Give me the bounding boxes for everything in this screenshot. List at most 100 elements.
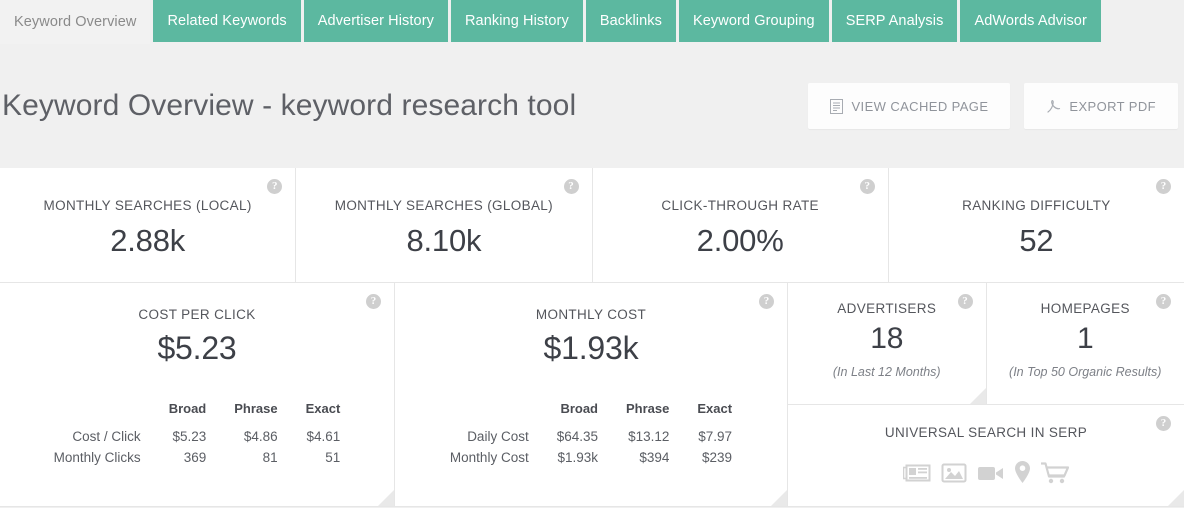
tab-label: Keyword Overview [14, 14, 137, 30]
metric-card-click-through-rate: ? CLICK-THROUGH RATE 2.00% [592, 168, 889, 283]
tab-related-keywords[interactable]: Related Keywords [153, 0, 301, 42]
tab-label: AdWords Advisor [974, 13, 1087, 29]
card-corner-fold [1168, 490, 1184, 506]
export-pdf-button[interactable]: EXPORT PDF [1024, 83, 1178, 129]
monthly-cost-table: Broad Phrase Exact Daily Cost $64.35 $13… [450, 401, 732, 468]
tab-keyword-grouping[interactable]: Keyword Grouping [678, 0, 829, 42]
right-column: ? ADVERTISERS 18 (In Last 12 Months) ? H… [788, 283, 1184, 507]
metric-card-cost-per-click: ? COST PER CLICK $5.23 Broad Phrase Exac… [0, 283, 395, 507]
help-icon[interactable]: ? [859, 179, 875, 194]
header-actions: VIEW CACHED PAGE EXPORT PDF [808, 83, 1180, 129]
table-cell: $394 [639, 450, 670, 465]
table-corner-cell [450, 401, 529, 426]
metric-label: MONTHLY SEARCHES (GLOBAL) [334, 198, 554, 213]
table-column-header: Broad [560, 401, 598, 416]
metric-label: HOMEPAGES [1040, 301, 1130, 316]
card-corner-fold [378, 490, 394, 506]
metric-label: MONTHLY SEARCHES (LOCAL) [43, 198, 252, 213]
universal-search-icon-list [788, 460, 1184, 484]
help-icon[interactable]: ? [267, 179, 283, 194]
tab-bar: Keyword Overview Related Keywords Advert… [0, 0, 1184, 44]
table-cell: $1.93k [557, 450, 598, 465]
help-icon[interactable]: ? [366, 294, 381, 309]
table-cell: $239 [702, 450, 733, 465]
page-title: Keyword Overview - keyword research tool [2, 89, 577, 122]
table-row-header: Monthly Clicks [53, 450, 141, 465]
metric-card-monthly-searches-global: ? MONTHLY SEARCHES (GLOBAL) 8.10k [296, 168, 593, 283]
help-icon[interactable]: ? [1156, 294, 1171, 309]
metric-value: 1 [1077, 322, 1094, 355]
table-cell: $5.23 [172, 429, 207, 444]
table-row-header: Monthly Cost [449, 450, 529, 465]
table-column-header: Phrase [626, 401, 670, 416]
image-icon[interactable] [941, 462, 967, 484]
metric-label: RANKING DIFFICULTY [962, 198, 1111, 213]
metric-card-monthly-searches-local: ? MONTHLY SEARCHES (LOCAL) 2.88k [0, 168, 297, 283]
metric-value: $5.23 [157, 330, 237, 366]
metric-value: 8.10k [406, 223, 482, 258]
metrics-row-secondary: ? COST PER CLICK $5.23 Broad Phrase Exac… [0, 283, 1184, 507]
table-row: Monthly Cost $1.93k $394 $239 [450, 447, 732, 468]
page-header: Keyword Overview - keyword research tool… [0, 44, 1184, 168]
tab-label: SERP Analysis [845, 13, 944, 29]
tab-ranking-history[interactable]: Ranking History [450, 0, 583, 42]
table-cell: 81 [262, 450, 278, 465]
metric-card-homepages: ? HOMEPAGES 1 (In Top 50 Organic Results… [986, 283, 1184, 405]
card-corner-fold [969, 388, 986, 404]
tab-label: Keyword Grouping [692, 13, 815, 29]
table-corner-cell [54, 401, 141, 426]
metric-card-universal-search: ? UNIVERSAL SEARCH IN SERP [788, 405, 1184, 507]
tab-label: Related Keywords [167, 13, 287, 29]
map-marker-icon[interactable] [1014, 460, 1031, 484]
metric-label: COST PER CLICK [138, 307, 256, 322]
tab-advertiser-history[interactable]: Advertiser History [303, 0, 448, 42]
metric-value: 2.88k [110, 223, 186, 258]
table-cell: $4.61 [306, 429, 341, 444]
table-header-row: Broad Phrase Exact [54, 401, 341, 426]
tab-serp-analysis[interactable]: SERP Analysis [831, 0, 958, 42]
card-corner-fold [771, 490, 787, 506]
metric-value: 18 [870, 322, 904, 355]
tab-label: Ranking History [464, 13, 569, 29]
metric-value: $1.93k [543, 330, 639, 366]
help-icon[interactable]: ? [1156, 179, 1171, 194]
metric-card-monthly-cost: ? MONTHLY COST $1.93k Broad Phrase Exact… [395, 283, 788, 507]
table-header-row: Broad Phrase Exact [450, 401, 732, 426]
metric-label: ADVERTISERS [837, 301, 937, 316]
metric-card-ranking-difficulty: ? RANKING DIFFICULTY 52 [888, 168, 1184, 283]
help-icon[interactable]: ? [1156, 416, 1171, 431]
video-icon[interactable] [977, 462, 1004, 484]
shopping-cart-icon[interactable] [1041, 461, 1069, 484]
table-row-header: Cost / Click [72, 429, 141, 444]
help-icon[interactable]: ? [563, 179, 579, 194]
help-icon[interactable]: ? [759, 294, 774, 309]
table-column-header: Exact [697, 401, 733, 416]
table-cell: $64.35 [556, 429, 598, 444]
tab-label: Advertiser History [317, 13, 434, 29]
table-cell: 369 [183, 450, 207, 465]
news-icon[interactable] [903, 462, 931, 484]
view-cached-page-button[interactable]: VIEW CACHED PAGE [808, 83, 1011, 129]
metric-card-advertisers: ? ADVERTISERS 18 (In Last 12 Months) [788, 283, 987, 405]
cost-per-click-table: Broad Phrase Exact Cost / Click $5.23 $4… [54, 401, 341, 468]
table-row-header: Daily Cost [467, 429, 529, 444]
metric-label: MONTHLY COST [535, 307, 647, 322]
table-row: Daily Cost $64.35 $13.12 $7.97 [450, 426, 732, 447]
table-cell: $13.12 [628, 429, 670, 444]
tab-keyword-overview[interactable]: Keyword Overview [0, 0, 151, 44]
tab-backlinks[interactable]: Backlinks [585, 0, 676, 42]
metric-subtext: (In Last 12 Months) [832, 365, 941, 379]
table-row: Cost / Click $5.23 $4.86 $4.61 [54, 426, 341, 447]
table-column-header: Broad [168, 401, 207, 416]
tab-adwords-advisor[interactable]: AdWords Advisor [960, 0, 1101, 42]
help-icon[interactable]: ? [957, 294, 973, 309]
tab-label: Backlinks [599, 13, 662, 29]
metric-label: UNIVERSAL SEARCH IN SERP [884, 425, 1088, 440]
table-row: Monthly Clicks 369 81 51 [54, 447, 341, 468]
metric-value: 52 [1019, 223, 1054, 258]
table-column-header: Phrase [234, 401, 278, 416]
button-label: EXPORT PDF [1069, 98, 1156, 114]
table-cell: $4.86 [243, 429, 278, 444]
metric-subtext: (In Top 50 Organic Results) [1009, 365, 1162, 379]
metrics-row-primary: ? MONTHLY SEARCHES (LOCAL) 2.88k ? MONTH… [0, 168, 1184, 283]
